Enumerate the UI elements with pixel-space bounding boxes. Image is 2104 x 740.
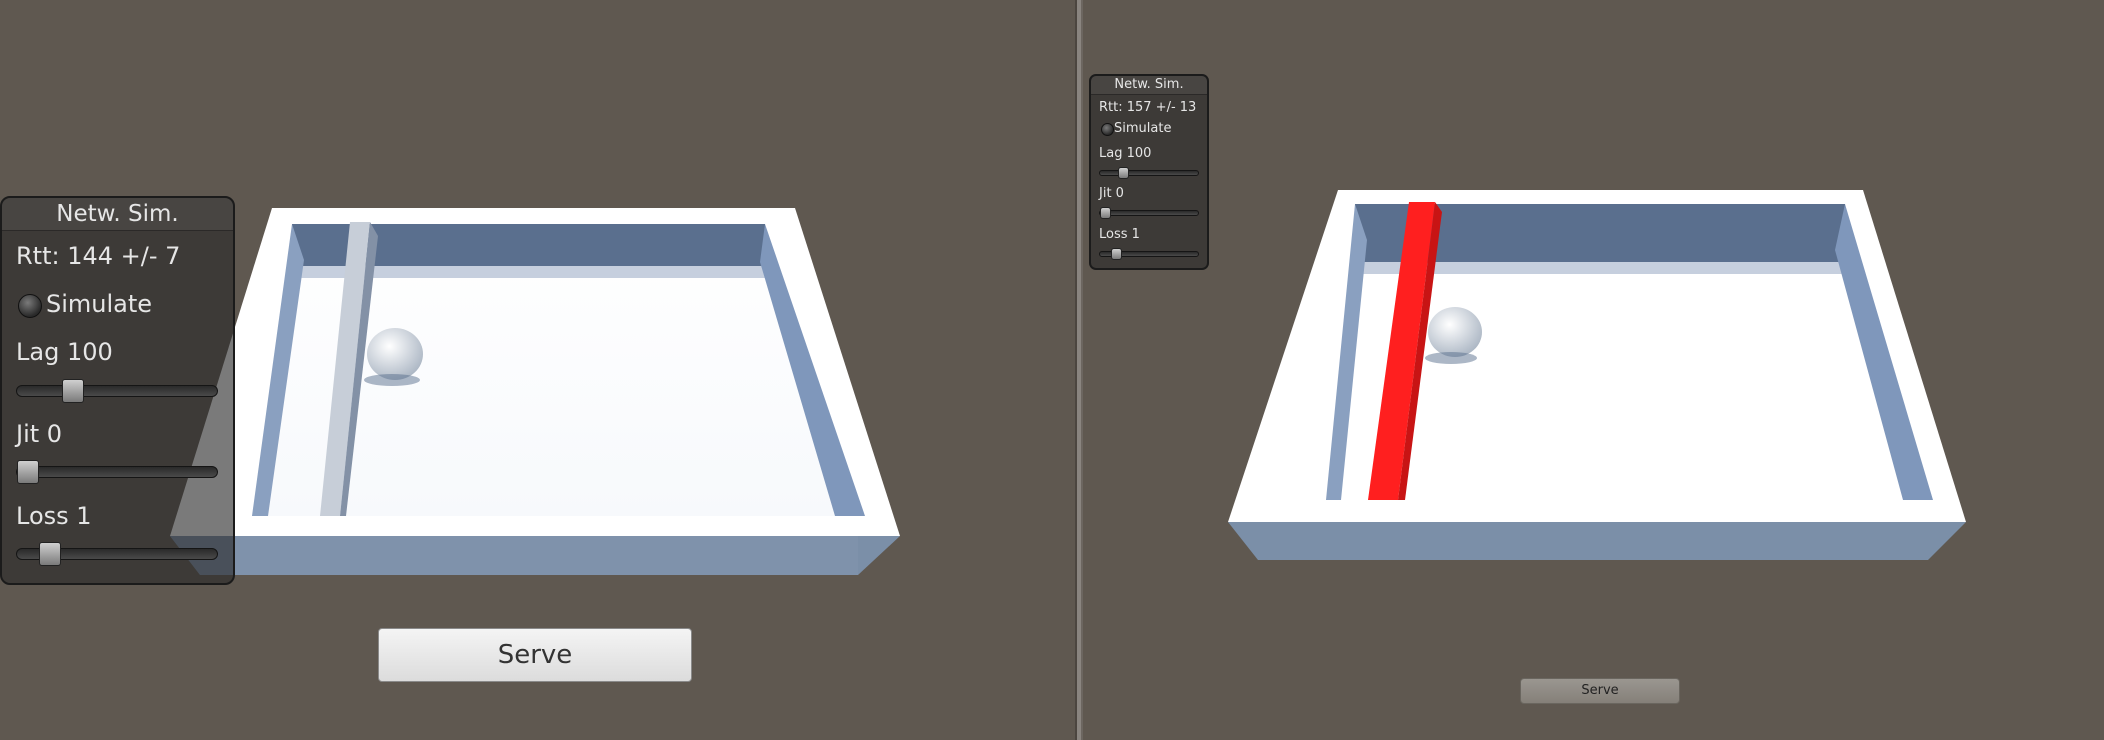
loss-label: Loss 1 — [16, 502, 92, 530]
jit-slider-thumb[interactable] — [17, 460, 39, 484]
ball — [367, 328, 423, 380]
game-view-left: Netw. Sim. Rtt: 144 +/- 7 Simulate Lag 1… — [0, 0, 1075, 740]
lag-label: Lag 100 — [16, 338, 113, 366]
lag-slider-thumb[interactable] — [62, 379, 84, 403]
simulate-toggle[interactable] — [18, 294, 42, 318]
lag-slider[interactable] — [16, 379, 218, 403]
lag-slider[interactable] — [1099, 167, 1199, 179]
ball — [1428, 307, 1482, 357]
serve-button[interactable]: Serve — [1520, 678, 1680, 704]
serve-button[interactable]: Serve — [378, 628, 692, 682]
loss-label: Loss 1 — [1099, 227, 1140, 242]
simulate-label: Simulate — [1114, 121, 1172, 136]
loss-slider[interactable] — [1099, 248, 1199, 260]
panel-title: Netw. Sim. — [1091, 76, 1207, 95]
lag-label: Lag 100 — [1099, 146, 1152, 161]
panel-title: Netw. Sim. — [2, 198, 233, 231]
loss-slider-thumb[interactable] — [1110, 248, 1122, 260]
jit-slider[interactable] — [16, 460, 218, 484]
simulate-toggle[interactable] — [1101, 123, 1114, 136]
arena-scene-right — [1228, 190, 1966, 560]
network-simulator-panel: Netw. Sim. Rtt: 157 +/- 13 Simulate Lag … — [1089, 74, 1209, 270]
rtt-readout: Rtt: 157 +/- 13 — [1099, 100, 1197, 115]
rtt-readout: Rtt: 144 +/- 7 — [16, 242, 181, 270]
view-divider — [1075, 0, 1083, 740]
arena-front-wall — [1228, 522, 1966, 560]
network-simulator-panel: Netw. Sim. Rtt: 144 +/- 7 Simulate Lag 1… — [0, 196, 235, 585]
loss-slider[interactable] — [16, 542, 218, 566]
jit-slider[interactable] — [1099, 207, 1199, 219]
jit-label: Jit 0 — [1099, 186, 1124, 201]
game-view-right: Netw. Sim. Rtt: 157 +/- 13 Simulate Lag … — [1083, 0, 2104, 740]
jit-slider-thumb[interactable] — [1100, 207, 1111, 219]
jit-label: Jit 0 — [16, 420, 63, 448]
simulate-label: Simulate — [46, 290, 153, 318]
lag-slider-thumb[interactable] — [1117, 167, 1129, 179]
loss-slider-thumb[interactable] — [38, 542, 61, 566]
